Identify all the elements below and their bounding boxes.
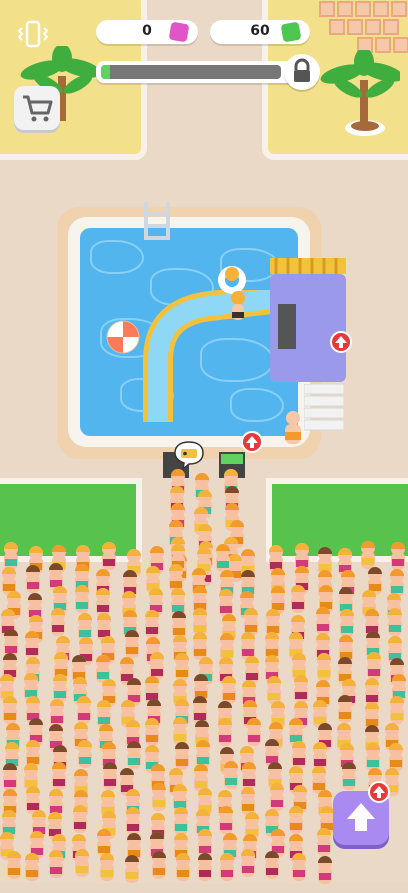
visitor xyxy=(21,852,43,890)
visitor xyxy=(194,852,216,890)
lock-icon xyxy=(294,58,310,82)
phone-vibration-icon xyxy=(17,20,49,48)
visitor xyxy=(45,849,67,887)
visitor xyxy=(314,855,336,893)
visitor xyxy=(288,852,310,890)
progress-fill xyxy=(101,65,110,79)
green-cash-icon xyxy=(280,21,302,43)
visitor xyxy=(148,850,170,888)
progress-track xyxy=(101,65,281,79)
visitor xyxy=(237,848,259,886)
visitor xyxy=(71,848,93,886)
shop-button[interactable] xyxy=(14,86,60,130)
visitor xyxy=(261,850,283,888)
shopping-cart-icon xyxy=(23,95,53,122)
upgrade-available-marker xyxy=(368,781,390,803)
level-progress-bar xyxy=(96,61,296,83)
visitor xyxy=(96,852,118,890)
visitor xyxy=(121,854,143,892)
vibration-toggle[interactable] xyxy=(16,18,50,52)
cash-counter: 60 xyxy=(210,20,310,44)
visitor-crowd xyxy=(0,0,408,886)
pink-gem-icon xyxy=(168,21,190,43)
pink-gem-counter: 0 xyxy=(96,20,198,44)
visitor xyxy=(216,852,238,890)
lock-button[interactable] xyxy=(284,54,320,90)
visitor xyxy=(172,852,194,890)
